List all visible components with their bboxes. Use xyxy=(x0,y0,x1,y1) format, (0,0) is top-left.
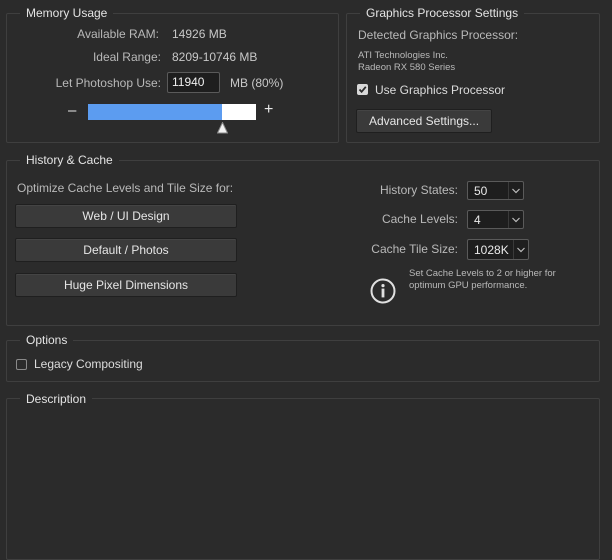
legacy-compositing-checkbox[interactable] xyxy=(16,359,27,370)
increase-memory-button[interactable]: + xyxy=(264,102,273,118)
chevron-down-icon xyxy=(508,182,523,199)
history-states-label: History States: xyxy=(379,183,458,197)
advanced-settings-button[interactable]: Advanced Settings... xyxy=(356,109,492,133)
decrease-memory-button[interactable]: – xyxy=(68,103,76,119)
legacy-compositing-label[interactable]: Legacy Compositing xyxy=(34,356,143,372)
history-cache-title: History & Cache xyxy=(20,152,119,168)
cache-levels-label: Cache Levels: xyxy=(381,212,458,226)
cache-levels-select[interactable]: 4 xyxy=(467,210,524,229)
gpu-cache-hint-line1: Set Cache Levels to 2 or higher for xyxy=(409,268,556,279)
options-title: Options xyxy=(20,332,74,348)
history-states-value: 50 xyxy=(474,184,488,198)
photoshop-use-label: Let Photoshop Use: xyxy=(55,76,161,90)
memory-slider-thumb[interactable] xyxy=(217,122,228,134)
default-photos-button[interactable]: Default / Photos xyxy=(15,238,237,262)
huge-pixel-dimensions-button[interactable]: Huge Pixel Dimensions xyxy=(15,273,237,297)
cache-tile-size-value: 1028K xyxy=(474,243,509,257)
optimize-cache-label: Optimize Cache Levels and Tile Size for: xyxy=(17,181,234,195)
memory-use-input[interactable]: 11940 xyxy=(167,72,220,93)
use-gpu-label[interactable]: Use Graphics Processor xyxy=(375,82,505,98)
history-states-select[interactable]: 50 xyxy=(467,181,524,200)
description-panel xyxy=(6,398,600,560)
memory-use-unit: MB (80%) xyxy=(230,76,284,90)
memory-slider-fill xyxy=(88,104,222,120)
ideal-range-label: Ideal Range: xyxy=(92,50,161,64)
graphics-processor-title: Graphics Processor Settings xyxy=(360,5,525,21)
gpu-model: Radeon RX 580 Series xyxy=(358,62,456,73)
chevron-down-icon xyxy=(508,211,523,228)
ideal-range-value: 8209-10746 MB xyxy=(172,50,258,64)
cache-tile-size-label: Cache Tile Size: xyxy=(371,242,458,256)
detected-gpu-label: Detected Graphics Processor: xyxy=(358,28,519,42)
available-ram-label: Available RAM: xyxy=(77,27,159,41)
info-icon xyxy=(370,278,396,304)
cache-tile-size-select[interactable]: 1028K xyxy=(467,239,529,260)
available-ram-value: 14926 MB xyxy=(172,27,227,41)
memory-slider[interactable] xyxy=(88,104,256,120)
cache-levels-value: 4 xyxy=(474,213,481,227)
use-gpu-checkbox[interactable] xyxy=(357,84,368,95)
web-ui-design-button[interactable]: Web / UI Design xyxy=(15,204,237,228)
gpu-cache-hint-line2: optimum GPU performance. xyxy=(409,280,528,291)
gpu-vendor: ATI Technologies Inc. xyxy=(358,50,448,61)
memory-usage-title: Memory Usage xyxy=(20,5,114,21)
chevron-down-icon xyxy=(513,240,528,259)
description-title: Description xyxy=(20,391,93,407)
